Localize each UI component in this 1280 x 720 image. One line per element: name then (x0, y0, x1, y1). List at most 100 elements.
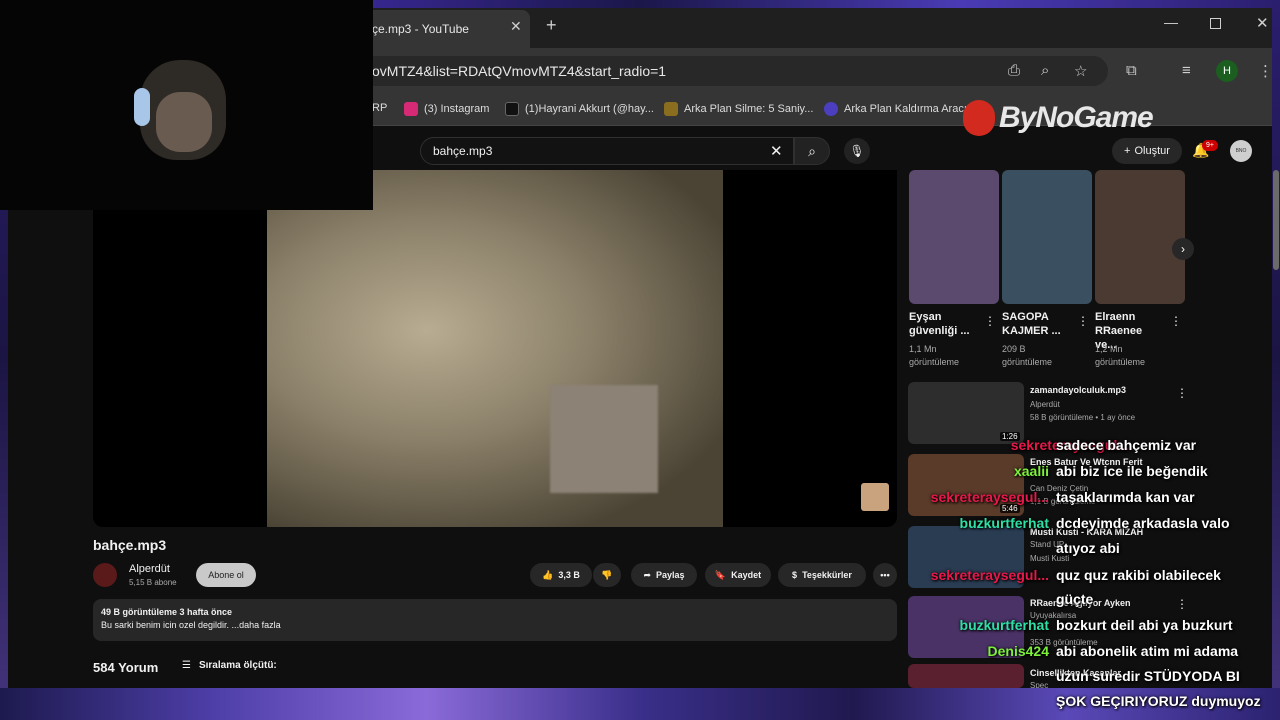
streamer-webcam (0, 0, 373, 210)
bynogame-logo-text: ByNoGame (999, 101, 1154, 134)
background-glow-right (1272, 0, 1280, 720)
like-count: 3,3 B (558, 570, 580, 580)
share-button[interactable]: ➦ Paylaş (631, 563, 697, 587)
recommendation-title[interactable]: RRaenee Ağlıyor Ayken (1030, 598, 1170, 608)
subscriber-count: 5,15 B abone (129, 578, 177, 587)
chat-message-row: sekreteraysegul... (912, 489, 1049, 507)
zoom-icon[interactable]: ⌕ (1041, 62, 1049, 79)
censor-blur (550, 385, 658, 493)
clear-search-icon[interactable]: ✕ (770, 142, 783, 160)
recommendation-title[interactable]: zamandayolculuk.mp3 (1030, 385, 1170, 395)
shorts-next-button[interactable]: › (1172, 238, 1194, 260)
save-button[interactable]: 🔖 Kaydet (705, 563, 771, 587)
chat-username: sekreteraysegul... (930, 489, 1049, 505)
short-thumbnail[interactable] (1095, 170, 1185, 304)
headset-icon (134, 88, 150, 126)
sort-label: Sıralama ölçütü: (198, 660, 277, 671)
short-menu-icon[interactable]: ⋮ (1077, 314, 1089, 328)
bookmark-item[interactable]: Arka Plan Kaldırma Aracı... (824, 102, 976, 116)
chat-message-text: sadece bahçemiz var (1056, 437, 1197, 453)
tiktok-icon (505, 102, 519, 116)
page-scrollbar[interactable] (1273, 170, 1279, 270)
video-title: bahçe.mp3 (93, 537, 167, 553)
thanks-label: Teşekkürler (802, 570, 852, 580)
search-input[interactable]: bahçe.mp3 (420, 137, 794, 165)
recommendation-menu-icon[interactable]: ⋮ (1176, 386, 1188, 400)
bookmark-label: (1)Hayrani Akkurt (@hay... (525, 103, 654, 115)
chat-message-text: bozkurt deil abi ya buzkurt (1056, 617, 1233, 633)
profile-avatar[interactable]: H (1216, 60, 1238, 82)
account-avatar[interactable]: BNO (1230, 140, 1252, 162)
dislike-button[interactable]: 👎 (593, 563, 621, 587)
comment-count: 584 Yorum (93, 660, 159, 675)
more-actions-button[interactable]: ••• (873, 563, 897, 587)
recommendation-thumbnail[interactable]: 1:26 (908, 382, 1024, 444)
browser-tab-active[interactable]: çe.mp3 - YouTube (360, 10, 530, 48)
sort-icon: ☰ (182, 660, 191, 671)
chat-message-text: taşaklarımda kan var (1056, 489, 1195, 505)
bynogame-logo-mark (963, 100, 995, 136)
browser-menu-icon[interactable]: ⋮ (1258, 62, 1273, 80)
install-app-icon[interactable]: ⎙ (1008, 62, 1020, 79)
short-title[interactable]: SAGOPA KAJMER ... (1002, 310, 1072, 338)
bookmark-item[interactable]: (1)Hayrani Akkurt (@hay... (505, 102, 654, 116)
window-minimize-icon[interactable]: — (1164, 14, 1178, 30)
like-button[interactable]: 👍 3,3 B (530, 563, 592, 587)
thanks-button[interactable]: $ Teşekkürler (778, 563, 866, 587)
window-maximize-icon[interactable] (1210, 18, 1221, 29)
channel-name[interactable]: Alperdüt (129, 563, 170, 575)
bookmark-item[interactable]: RP (372, 102, 387, 114)
instagram-icon (404, 102, 418, 116)
super-thanks-icon: $ (792, 570, 798, 580)
tab-close-icon[interactable]: ✕ (510, 18, 522, 35)
subscribe-button[interactable]: Abone ol (196, 563, 256, 587)
chat-username: Denis424 (987, 643, 1049, 659)
channel-avatar[interactable] (93, 563, 117, 587)
video-player[interactable] (93, 170, 897, 527)
description-box[interactable]: 49 B görüntüleme 3 hafta önce Bu sarki b… (93, 599, 897, 641)
short-title[interactable]: Eyşan güvenliği ... (909, 310, 979, 338)
bookmark-item[interactable]: Arka Plan Silme: 5 Saniy... (664, 102, 813, 116)
recommendation-meta: 58 B görüntüleme • 1 ay önce (1030, 413, 1136, 422)
short-thumbnail[interactable] (1002, 170, 1092, 304)
chat-message-row: Denis424 (912, 643, 1049, 661)
bookmark-item[interactable]: (3) Instagram (404, 102, 489, 116)
chat-message-text: ŞOK GEÇIRIYORUZ duymuyoz (1056, 693, 1261, 709)
window-close-icon[interactable]: ✕ (1256, 14, 1269, 32)
thumbs-down-icon: 👎 (601, 569, 613, 580)
microphone-icon: 🎙 (849, 144, 865, 158)
recommendation-channel[interactable]: Alperdüt (1030, 400, 1060, 409)
notification-badge: 9+ (1202, 140, 1218, 151)
recommendation-menu-icon[interactable]: ⋮ (1176, 597, 1188, 611)
chat-message-text: güçte (1056, 591, 1094, 607)
new-tab-icon[interactable]: + (546, 15, 557, 36)
short-views: 1,1 Mn görüntüleme (909, 344, 960, 367)
short-thumbnail[interactable] (909, 170, 999, 304)
bookmark-label: Arka Plan Silme: 5 Saniy... (684, 103, 814, 115)
bookmark-icon: 🔖 (714, 569, 727, 580)
chat-message-text: abi biz ice ile beğendik (1056, 463, 1208, 479)
create-label: Oluştur (1134, 145, 1170, 157)
create-button[interactable]: + Oluştur (1112, 138, 1182, 164)
address-bar[interactable]: ovMTZ4&list=RDAtQVmovMTZ4&start_radio=1 (360, 56, 1108, 86)
bookmark-label: (3) Instagram (424, 103, 490, 115)
short-views: 209 B görüntüleme (1002, 344, 1053, 367)
video-description: Bu sarki benim icin ozel degildir. ...da… (101, 620, 281, 630)
channel-watermark[interactable] (861, 483, 889, 511)
extensions-icon[interactable]: ⧉ (1126, 62, 1137, 79)
short-menu-icon[interactable]: ⋮ (1170, 314, 1182, 328)
media-control-icon[interactable]: ≡ (1182, 62, 1191, 79)
bookmark-star-icon[interactable]: ☆ (1074, 62, 1087, 80)
plus-icon: + (1124, 145, 1131, 157)
short-menu-icon[interactable]: ⋮ (984, 314, 996, 328)
streamer-face (156, 92, 212, 152)
chat-message-row: buzkurtferhat (912, 515, 1049, 533)
voice-search-button[interactable]: 🎙 (844, 138, 870, 164)
search-query: bahçe.mp3 (433, 144, 493, 158)
search-button[interactable]: ⌕ (794, 137, 830, 165)
chat-message-row: buzkurtferhat (912, 617, 1049, 635)
chat-message-text: uzun suredir STÜDYODA BI (1056, 668, 1240, 684)
share-icon: ➦ (643, 569, 651, 580)
sort-comments-button[interactable]: ☰ Sıralama ölçütü: (182, 660, 277, 671)
recommendation-thumbnail[interactable] (908, 664, 1024, 688)
